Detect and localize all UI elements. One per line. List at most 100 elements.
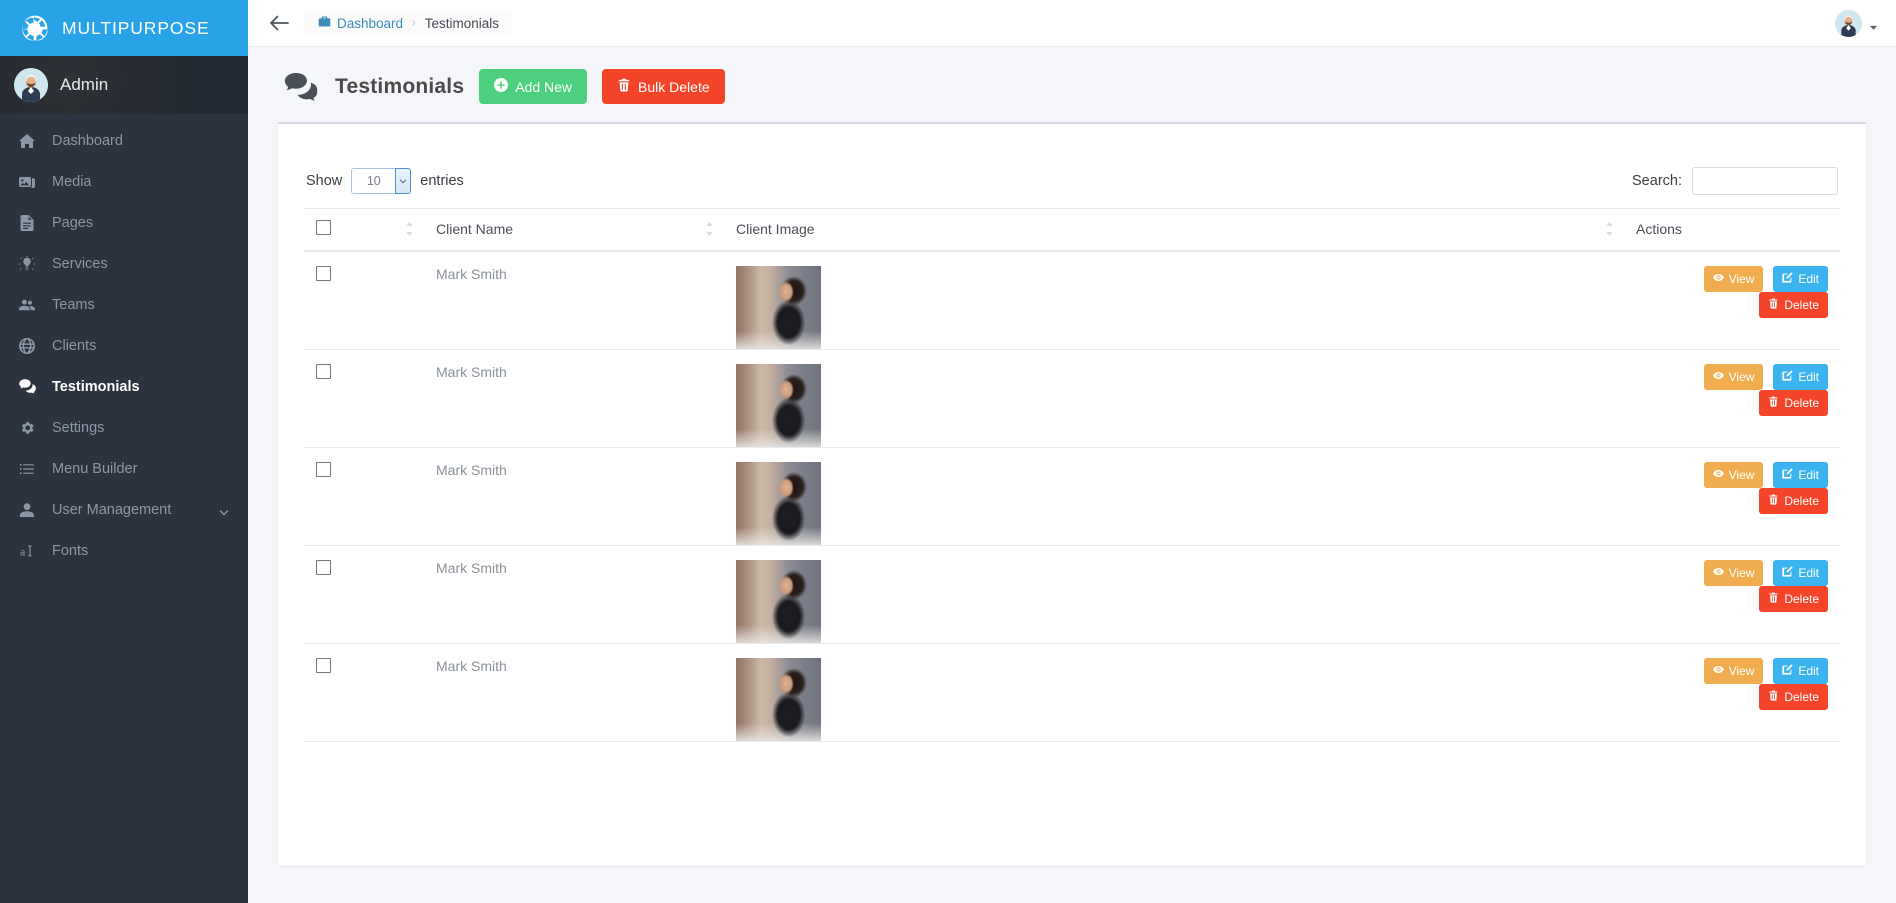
page-title: Testimonials (335, 74, 465, 98)
table-row: Mark Smith View Edit Delete (304, 545, 1840, 644)
brand-header[interactable]: MULTIPURPOSE (0, 0, 248, 56)
sidebar-user-profile[interactable]: Admin (0, 56, 248, 114)
pencil-square-icon (1782, 467, 1793, 482)
table-controls: Show 10 entries Search: (304, 146, 1840, 208)
row-checkbox[interactable] (316, 265, 331, 281)
row-client-name: Mark Smith (424, 250, 724, 350)
testimonials-table: Client Name Client Image Actions Mark Sm… (304, 208, 1840, 742)
user-icon (14, 502, 40, 518)
brand-title: MULTIPURPOSE (62, 17, 210, 38)
table-row: Mark Smith View Edit Delete (304, 447, 1840, 546)
sidebar-item-label: Teams (52, 296, 95, 313)
breadcrumb-dashboard-label: Dashboard (337, 15, 404, 31)
show-entries-control: Show 10 entries (306, 168, 464, 194)
view-label: View (1728, 565, 1755, 580)
column-header-checkbox[interactable] (304, 208, 424, 252)
bulk-delete-label: Bulk Delete (638, 78, 710, 95)
view-button[interactable]: View (1703, 559, 1764, 586)
column-header-actions: Actions (1624, 208, 1840, 252)
select-all-checkbox[interactable] (316, 220, 331, 236)
trash-icon (1768, 494, 1779, 508)
view-label: View (1728, 467, 1755, 482)
sort-icon (405, 222, 414, 237)
edit-button[interactable]: Edit (1773, 363, 1828, 390)
view-label: View (1728, 663, 1755, 678)
user-menu[interactable] (1835, 9, 1878, 37)
view-label: View (1728, 369, 1755, 384)
edit-label: Edit (1798, 565, 1819, 580)
view-button[interactable]: View (1703, 657, 1764, 684)
add-new-button[interactable]: Add New (479, 69, 588, 104)
row-checkbox[interactable] (316, 559, 331, 575)
sidebar-item-fonts[interactable]: a Fonts (0, 530, 248, 571)
sidebar-item-user-management[interactable]: User Management (0, 489, 248, 530)
home-icon (14, 133, 40, 149)
breadcrumb-separator: › (412, 17, 416, 29)
client-image-thumbnail (736, 559, 821, 643)
trash-icon (1768, 298, 1779, 312)
sidebar-item-pages[interactable]: Pages (0, 202, 248, 243)
sidebar-item-services[interactable]: Services (0, 243, 248, 284)
column-header-client-image[interactable]: Client Image (724, 208, 1624, 252)
table-row: Mark Smith View Edit Delete (304, 250, 1840, 350)
list-icon (14, 461, 40, 477)
sidebar-item-media[interactable]: Media (0, 161, 248, 202)
row-actions-cell: View Edit Delete (1624, 349, 1840, 448)
view-button[interactable]: View (1703, 265, 1764, 292)
page-length-select[interactable]: 10 (351, 168, 412, 194)
delete-label: Delete (1784, 689, 1819, 704)
row-actions-cell: View Edit Delete (1624, 643, 1840, 742)
chevron-down-icon[interactable] (395, 168, 412, 194)
row-checkbox[interactable] (316, 461, 331, 477)
trash-icon (1768, 592, 1779, 606)
sidebar-item-menu-builder[interactable]: Menu Builder (0, 448, 248, 489)
sidebar-item-testimonials[interactable]: Testimonials (0, 366, 248, 407)
app-root: MULTIPURPOSE Admin Dashboard Media Pages… (0, 0, 1896, 903)
edit-button[interactable]: Edit (1773, 657, 1828, 684)
sidebar-item-settings[interactable]: Settings (0, 407, 248, 448)
row-client-name: Mark Smith (424, 447, 724, 546)
breadcrumb-current: Testimonials (424, 15, 499, 31)
testimonials-card: Show 10 entries Search: Client Name Clie… (278, 122, 1866, 866)
row-checkbox[interactable] (316, 363, 331, 379)
trash-icon (617, 78, 631, 95)
sidebar-item-label: Media (52, 173, 92, 190)
column-label: Actions (1636, 221, 1682, 238)
sidebar-item-label: Menu Builder (52, 460, 138, 477)
breadcrumb-dashboard-link[interactable]: Dashboard (318, 15, 403, 31)
edit-button[interactable]: Edit (1773, 265, 1828, 292)
arrow-left-icon[interactable] (268, 12, 290, 34)
row-checkbox[interactable] (316, 657, 331, 673)
table-body: Mark Smith View Edit Delete Mark Smith V… (304, 250, 1840, 742)
row-checkbox-cell (304, 545, 424, 644)
pencil-square-icon (1782, 663, 1793, 678)
delete-button[interactable]: Delete (1759, 585, 1828, 612)
row-actions-cell: View Edit Delete (1624, 545, 1840, 644)
ship-wheel-icon (22, 15, 48, 41)
row-client-name: Mark Smith (424, 545, 724, 644)
row-actions-cell: View Edit Delete (1624, 447, 1840, 546)
breadcrumb: Dashboard › Testimonials (304, 10, 513, 36)
bulk-delete-button[interactable]: Bulk Delete (602, 69, 725, 104)
lightbulb-icon (14, 255, 40, 272)
view-button[interactable]: View (1703, 363, 1764, 390)
sidebar-item-teams[interactable]: Teams (0, 284, 248, 325)
delete-button[interactable]: Delete (1759, 487, 1828, 514)
delete-button[interactable]: Delete (1759, 683, 1828, 710)
sidebar-item-clients[interactable]: Clients (0, 325, 248, 366)
delete-button[interactable]: Delete (1759, 291, 1828, 318)
edit-button[interactable]: Edit (1773, 559, 1828, 586)
row-checkbox-cell (304, 250, 424, 350)
eye-icon (1712, 566, 1724, 580)
sidebar-item-dashboard[interactable]: Dashboard (0, 120, 248, 161)
column-header-client-name[interactable]: Client Name (424, 208, 724, 252)
delete-label: Delete (1784, 395, 1819, 410)
trash-icon (1768, 690, 1779, 704)
search-input[interactable] (1692, 167, 1838, 195)
delete-button[interactable]: Delete (1759, 389, 1828, 416)
client-image-thumbnail (736, 363, 821, 447)
view-button[interactable]: View (1703, 461, 1764, 488)
row-actions-cell: View Edit Delete (1624, 250, 1840, 350)
edit-label: Edit (1798, 663, 1819, 678)
edit-button[interactable]: Edit (1773, 461, 1828, 488)
